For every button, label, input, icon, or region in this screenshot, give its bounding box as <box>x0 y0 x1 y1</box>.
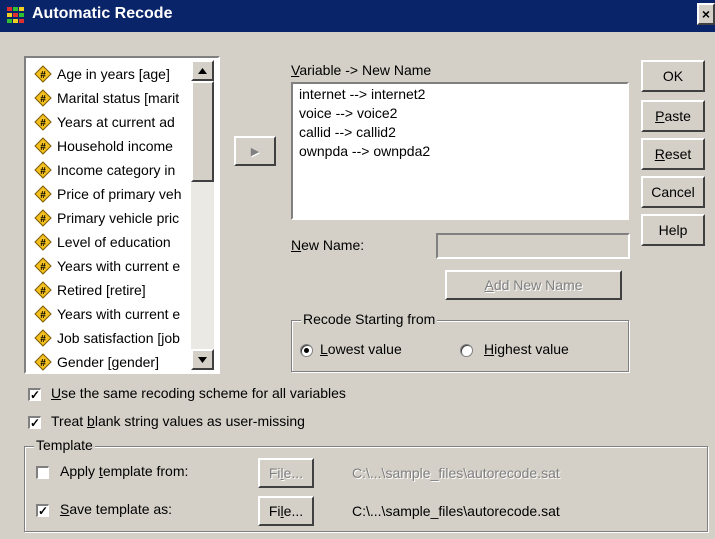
apply-template-checkbox[interactable] <box>36 466 49 479</box>
variable-label: Years with current e <box>57 258 181 274</box>
variable-list-item[interactable]: # Price of primary veh <box>34 182 194 206</box>
svg-text:#: # <box>40 334 46 345</box>
svg-text:#: # <box>40 238 46 249</box>
paste-button[interactable]: Paste <box>641 100 705 132</box>
apply-template-path: C:\...\sample_files\autorecode.sat <box>352 465 560 481</box>
variable-label: Years at current ad <box>57 114 175 130</box>
move-variable-button[interactable]: ▶ <box>234 136 276 166</box>
mapping-list-item[interactable]: voice --> voice2 <box>299 105 397 121</box>
scale-variable-icon: # <box>34 65 52 83</box>
mapping-list-item[interactable]: internet --> internet2 <box>299 86 425 102</box>
save-template-label[interactable]: Save template as: <box>60 501 172 517</box>
new-name-input[interactable] <box>436 233 630 259</box>
blank-missing-label[interactable]: Treat blank string values as user-missin… <box>51 413 305 429</box>
mapping-label: Variable -> New Name <box>291 62 432 78</box>
variable-label: Primary vehicle pric <box>57 210 180 226</box>
variable-label: Price of primary veh <box>57 186 182 202</box>
variable-label: Income category in <box>57 162 176 178</box>
svg-text:#: # <box>40 358 46 369</box>
mapping-list[interactable]: internet --> internet2 voice --> voice2 ca… <box>291 82 629 220</box>
apply-template-file-button[interactable]: File... <box>258 458 314 488</box>
variable-list-item[interactable]: # Marital status [marit <box>34 86 194 110</box>
scale-variable-icon: # <box>34 209 52 227</box>
arrow-up-icon <box>198 67 207 74</box>
variable-label: Years with current e <box>57 306 181 322</box>
lowest-value-label[interactable]: Lowest value <box>320 341 402 357</box>
scroll-down-button[interactable] <box>191 349 214 370</box>
recode-start-label: Recode Starting from <box>301 311 438 327</box>
highest-value-radio[interactable] <box>460 344 473 357</box>
svg-text:#: # <box>40 262 46 273</box>
variable-list-item[interactable]: # Primary vehicle pric <box>34 206 194 230</box>
scale-variable-icon: # <box>34 353 52 371</box>
scale-variable-icon: # <box>34 233 52 251</box>
scale-variable-icon: # <box>34 185 52 203</box>
variable-label: Age in years [age] <box>57 66 170 82</box>
app-icon <box>7 7 24 23</box>
variable-list-item[interactable]: # Household income <box>34 134 194 158</box>
scroll-up-button[interactable] <box>191 60 214 81</box>
cancel-button[interactable]: Cancel <box>641 176 705 208</box>
template-label: Template <box>34 437 95 453</box>
variable-list-item[interactable]: # Retired [retire] <box>34 278 194 302</box>
variable-list-item[interactable]: # Years at current ad <box>34 110 194 134</box>
svg-text:#: # <box>40 70 46 81</box>
scale-variable-icon: # <box>34 89 52 107</box>
svg-text:#: # <box>40 94 46 105</box>
scale-variable-icon: # <box>34 281 52 299</box>
svg-text:#: # <box>40 190 46 201</box>
mapping-list-item[interactable]: ownpda --> ownpda2 <box>299 143 430 159</box>
variable-label: Marital status [marit <box>57 90 180 106</box>
scale-variable-icon: # <box>34 137 52 155</box>
arrow-down-icon <box>198 356 207 363</box>
svg-text:#: # <box>40 214 46 225</box>
scale-variable-icon: # <box>34 305 52 323</box>
svg-text:#: # <box>40 142 46 153</box>
svg-text:#: # <box>40 166 46 177</box>
mapping-list-item[interactable]: callid --> callid2 <box>299 124 396 140</box>
save-template-checkbox[interactable]: ✓ <box>36 504 49 517</box>
variable-label: Level of education <box>57 234 171 250</box>
save-template-path: C:\...\sample_files\autorecode.sat <box>352 503 560 519</box>
same-scheme-label[interactable]: Use the same recoding scheme for all var… <box>51 385 346 401</box>
scale-variable-icon: # <box>34 161 52 179</box>
blank-missing-checkbox[interactable]: ✓ <box>28 416 41 429</box>
ok-button[interactable]: OK <box>641 60 705 92</box>
scale-variable-icon: # <box>34 257 52 275</box>
variable-list-item[interactable]: # Income category in <box>34 158 194 182</box>
variable-label: Job satisfaction [job <box>57 330 180 346</box>
help-button[interactable]: Help <box>641 214 705 246</box>
lowest-value-radio[interactable] <box>300 344 313 357</box>
window-title: Automatic Recode <box>32 5 173 22</box>
variable-label: Retired [retire] <box>57 282 146 298</box>
variable-list-item[interactable]: # Level of education <box>34 230 194 254</box>
same-scheme-checkbox[interactable]: ✓ <box>28 388 41 401</box>
template-group <box>24 446 708 532</box>
apply-template-label[interactable]: Apply template from: <box>60 463 188 479</box>
variable-label: Household income <box>57 138 173 154</box>
variable-list-item[interactable]: # Years with current e <box>34 302 194 326</box>
scale-variable-icon: # <box>34 113 52 131</box>
variable-list-item[interactable]: # Job satisfaction [job <box>34 326 194 350</box>
svg-text:#: # <box>40 310 46 321</box>
scale-variable-icon: # <box>34 329 52 347</box>
svg-text:#: # <box>40 118 46 129</box>
svg-text:#: # <box>40 286 46 297</box>
highest-value-label[interactable]: Highest value <box>484 341 569 357</box>
close-icon: × <box>701 6 711 22</box>
variable-list-item[interactable]: # Years with current e <box>34 254 194 278</box>
variable-list-item[interactable]: # Age in years [age] <box>34 62 194 86</box>
arrow-right-icon: ▶ <box>250 145 260 158</box>
save-template-file-button[interactable]: File... <box>258 496 314 526</box>
close-button[interactable]: × <box>697 3 715 25</box>
new-name-label: New Name: <box>291 237 365 253</box>
scroll-thumb[interactable] <box>191 81 214 182</box>
variable-label: Gender [gender] <box>57 354 159 370</box>
variable-list-item[interactable]: # Gender [gender] <box>34 350 194 372</box>
reset-button[interactable]: Reset <box>641 138 705 170</box>
add-new-name-button[interactable]: Add New Name <box>445 270 622 300</box>
